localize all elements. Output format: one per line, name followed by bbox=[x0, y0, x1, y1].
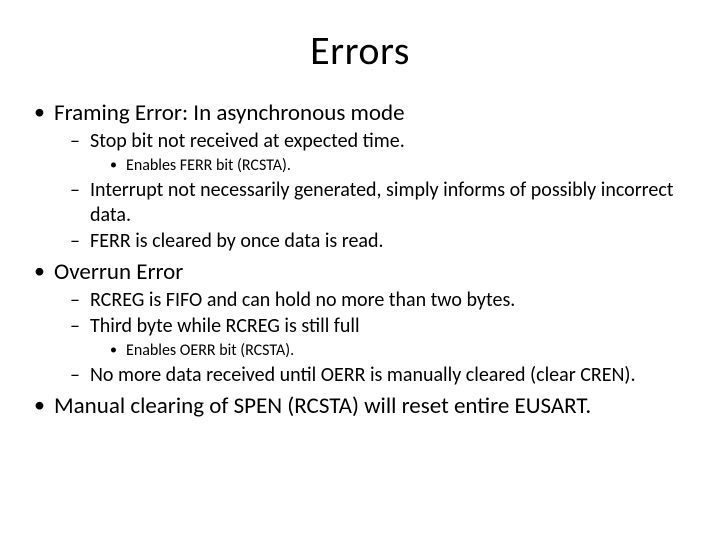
bullet-list-l3: Enables OERR bit (RCSTA). bbox=[106, 341, 692, 361]
bullet-text: No more data received until OERR is manu… bbox=[90, 363, 636, 387]
bullet-list: Framing Error: In asynchronous mode Stop… bbox=[28, 99, 692, 420]
slide-title: Errors bbox=[28, 26, 692, 75]
bullet-l2: FERR is cleared by once data is read. bbox=[66, 229, 692, 253]
bullet-text: Framing Error: In asynchronous mode bbox=[54, 99, 405, 127]
bullet-l1: Manual clearing of SPEN (RCSTA) will res… bbox=[28, 392, 692, 420]
bullet-l1: Overrun Error RCREG is FIFO and can hold… bbox=[28, 258, 692, 388]
bullet-l1: Framing Error: In asynchronous mode Stop… bbox=[28, 99, 692, 254]
bullet-text: Overrun Error bbox=[54, 258, 183, 286]
bullet-l2: Stop bit not received at expected time. … bbox=[66, 129, 692, 176]
bullet-text: Interrupt not necessarily generated, sim… bbox=[90, 178, 673, 226]
bullet-l2: Third byte while RCREG is still full Ena… bbox=[66, 314, 692, 361]
bullet-text: Third byte while RCREG is still full bbox=[90, 314, 360, 338]
bullet-text: RCREG is FIFO and can hold no more than … bbox=[90, 288, 515, 312]
bullet-list-l2: Stop bit not received at expected time. … bbox=[66, 129, 692, 254]
bullet-l3: Enables FERR bit (RCSTA). bbox=[106, 156, 692, 176]
bullet-l2: Interrupt not necessarily generated, sim… bbox=[66, 178, 692, 227]
bullet-text: Stop bit not received at expected time. bbox=[90, 129, 405, 153]
bullet-text: Enables FERR bit (RCSTA). bbox=[126, 156, 291, 175]
slide: Errors Framing Error: In asynchronous mo… bbox=[0, 0, 720, 540]
bullet-text: Enables OERR bit (RCSTA). bbox=[126, 341, 294, 360]
bullet-list-l3: Enables FERR bit (RCSTA). bbox=[106, 156, 692, 176]
bullet-l2: RCREG is FIFO and can hold no more than … bbox=[66, 288, 692, 312]
bullet-l3: Enables OERR bit (RCSTA). bbox=[106, 341, 692, 361]
bullet-list-l2: RCREG is FIFO and can hold no more than … bbox=[66, 288, 692, 388]
bullet-l2: No more data received until OERR is manu… bbox=[66, 363, 692, 387]
bullet-text: FERR is cleared by once data is read. bbox=[90, 229, 384, 253]
bullet-text: Manual clearing of SPEN (RCSTA) will res… bbox=[54, 392, 591, 420]
